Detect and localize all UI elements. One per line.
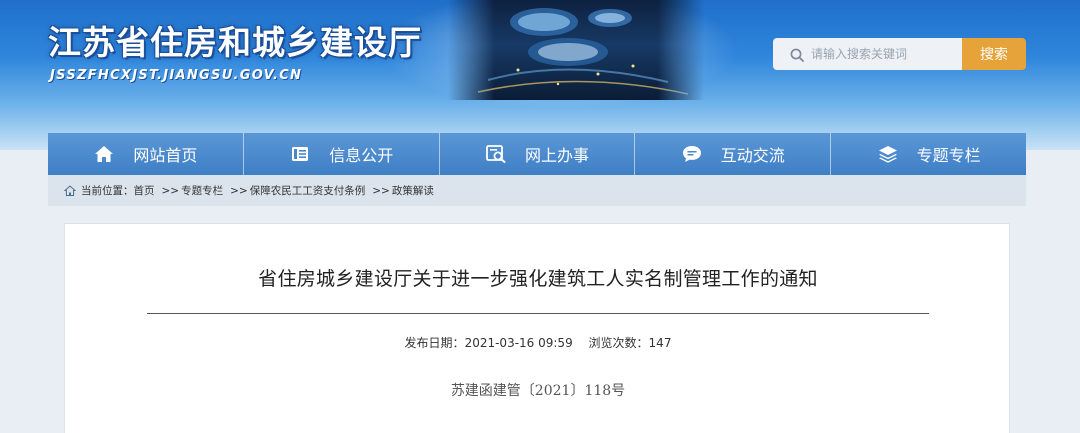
view-count-value: 147 [648,336,672,350]
publish-date-value: 2021-03-16 09:59 [464,336,573,350]
search-box [773,38,963,70]
chat-icon [681,143,703,165]
site-title: 江苏省住房和城乡建设厅 [48,23,422,62]
article-meta: 发布日期：2021-03-16 09:59 浏览次数：147 [65,334,1011,351]
breadcrumb-separator: >> [161,184,180,197]
nav-item-label: 网上办事 [524,146,589,165]
title-divider [147,313,929,314]
online-service-icon [485,143,507,165]
publish-date-label: 发布日期： [404,336,465,350]
layers-icon [877,143,899,165]
breadcrumb-separator: >> [230,184,248,197]
breadcrumb-prefix: 当前位置： [81,185,134,197]
breadcrumb-policy-interpretation[interactable]: 政策解读 [392,183,434,198]
nav-item-interaction[interactable]: 互动交流 [635,133,832,175]
breadcrumb-special-topics[interactable]: 专题专栏 [181,183,223,198]
home-icon [63,184,77,197]
nav-item-label: 互动交流 [720,146,785,165]
nav-item-label: 网站首页 [133,146,198,165]
document-icon [289,143,311,165]
search-input[interactable] [811,47,961,61]
view-count: 浏览次数：147 [589,336,672,350]
nav-item-label: 信息公开 [329,146,394,165]
stadium-illustration [477,8,689,95]
site-url: JSSZFHCXJST.JIANGSU.GOV.CN [50,68,303,83]
site-header: 江苏省住房和城乡建设厅 JSSZFHCXJST.JIANGSU.GOV.CN 搜… [0,0,1080,150]
breadcrumb: 当前位置： 首页 >> 专题专栏 >> 保障农民工工资支付条例 >> 政策解读 [48,175,1026,206]
nav-item-online-service[interactable]: 网上办事 [440,133,636,175]
nav-item-info[interactable]: 信息公开 [244,133,440,175]
article-title: 省住房城乡建设厅关于进一步强化建筑工人实名制管理工作的通知 [258,268,818,290]
document-number: 苏建函建管〔2021〕118号 [450,383,626,399]
home-icon [93,143,115,165]
nav-item-label: 专题专栏 [916,146,981,165]
publish-date: 发布日期：2021-03-16 09:59 [405,336,573,350]
breadcrumb-home[interactable]: 首页 [134,183,155,198]
banner-stadium-image [448,0,704,100]
search-button[interactable]: 搜索 [962,38,1026,70]
nav-item-home[interactable]: 网站首页 [48,133,244,175]
article-panel: 省住房城乡建设厅关于进一步强化建筑工人实名制管理工作的通知 发布日期：2021-… [64,223,1010,433]
main-nav: 网站首页 信息公开 网上办事 互动交流 专题专栏 [48,133,1026,175]
view-count-label: 浏览次数： [588,336,649,350]
search-icon [790,47,804,62]
breadcrumb-separator: >> [372,184,390,197]
breadcrumb-wage-regulation[interactable]: 保障农民工工资支付条例 [250,183,366,198]
nav-item-special-topics[interactable]: 专题专栏 [831,133,1026,175]
